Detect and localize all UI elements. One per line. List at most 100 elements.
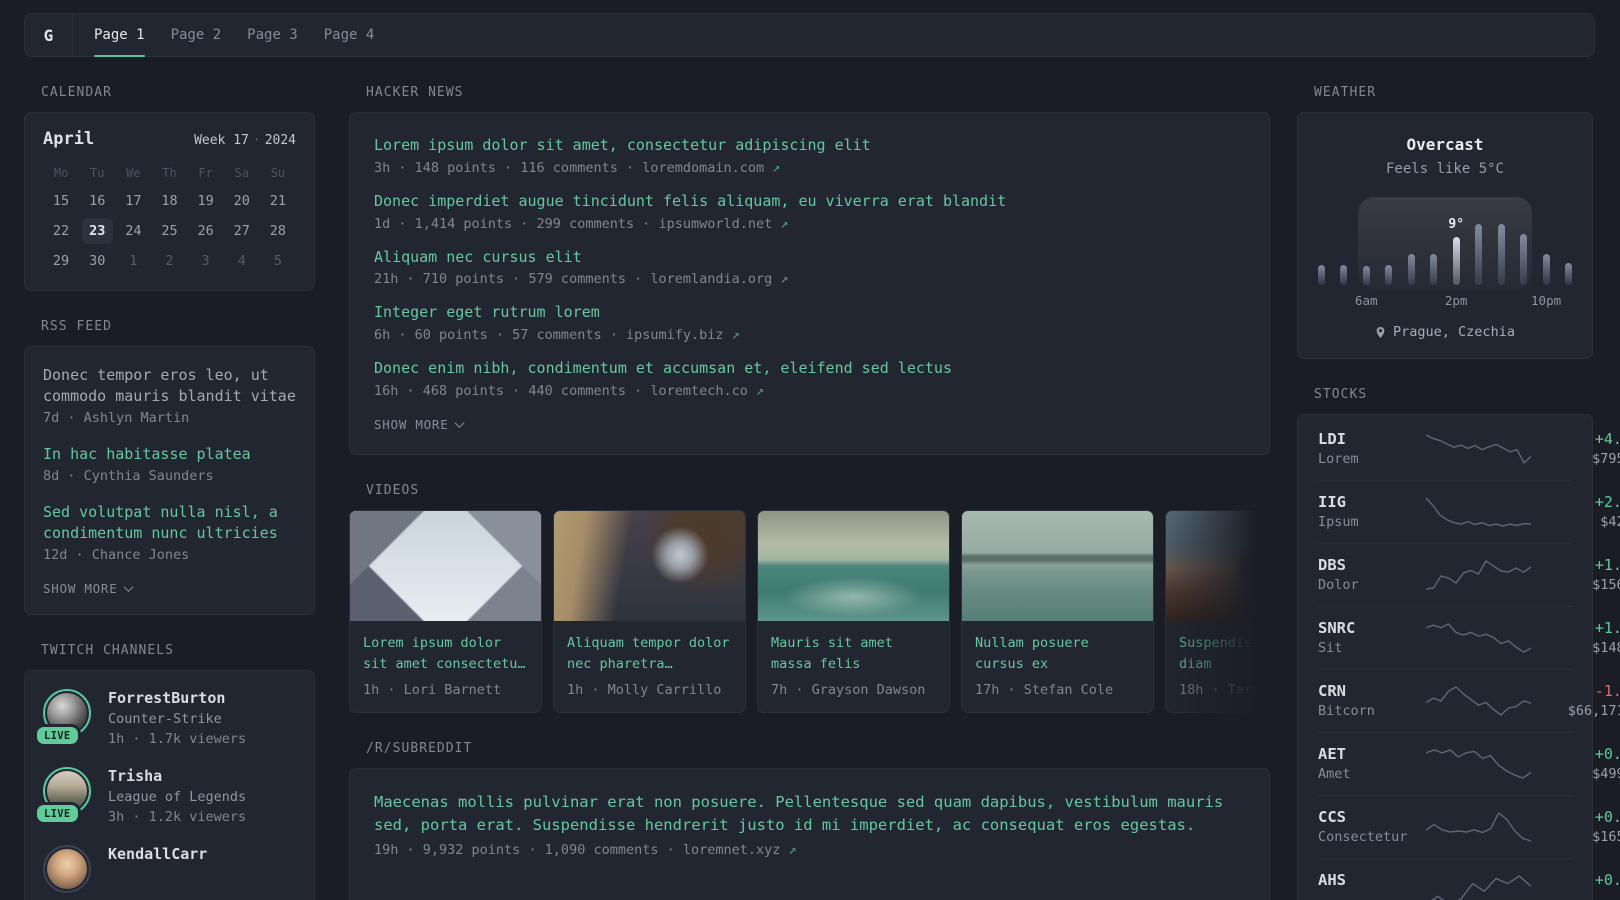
twitch-list: LIVE ForrestBurton Counter-Strike 1h · 1…	[37, 689, 296, 900]
stock-ticker: IIG	[1318, 493, 1346, 511]
avatar: LIVE	[37, 767, 91, 822]
rss-widget: Donec tempor eros leo, ut commodo mauris…	[24, 346, 315, 615]
stock-row[interactable]: CRN Bitcorn -1.00% $66,171.48	[1318, 669, 1620, 732]
video-thumbnail[interactable]	[1166, 510, 1270, 621]
rss-item-title[interactable]: Donec tempor eros leo, ut commodo mauris…	[43, 365, 296, 407]
calendar-month: April	[43, 129, 95, 149]
video-card[interactable]: Nullam posuere cursus ex 17h · Stefan Co…	[961, 509, 1154, 713]
stock-change: +0.51%	[1594, 808, 1620, 826]
stock-sparkline	[1426, 812, 1531, 842]
calendar-day: 25	[161, 223, 178, 239]
stock-change: +0.92%	[1594, 745, 1620, 763]
stock-row[interactable]: CCS Consectetur +0.51% $165.84	[1318, 795, 1620, 858]
twitch-channel-name[interactable]: KendallCarr	[108, 845, 207, 863]
hn-item-meta: 16h · 468 points · 440 comments · loremt…	[374, 382, 765, 399]
stock-name: Amet	[1318, 766, 1351, 782]
weather-time-label: 2pm	[1444, 293, 1468, 308]
video-thumbnail[interactable]	[350, 510, 541, 621]
chevron-down-icon	[455, 417, 465, 428]
twitch-channel-meta: 1h · 1.7k viewers	[108, 731, 247, 747]
location-pin-icon	[1376, 326, 1385, 338]
weather-time-labels: 6am 2pm 10pm	[1318, 293, 1572, 309]
stock-sparkline	[1430, 875, 1531, 900]
stock-change: +0.46%	[1594, 871, 1620, 889]
stock-ticker: SNRC	[1318, 619, 1356, 637]
twitch-channel-row[interactable]: LIVE Trisha League of Legends 3h · 1.2k …	[37, 767, 296, 826]
hn-item-title[interactable]: Integer eget rutrum lorem	[374, 302, 1245, 324]
hn-item-meta: 6h · 60 points · 57 comments · ipsumify.…	[374, 327, 740, 343]
hn-item-title[interactable]: Lorem ipsum dolor sit amet, consectetur …	[374, 135, 1245, 157]
left-column: CALENDAR April Week 17 · 2024 Mo Tu We Th Fr Sa…	[24, 57, 315, 900]
weather-hour-bar	[1407, 254, 1415, 285]
avatar: LIVE	[37, 689, 91, 744]
twitch-channel-name[interactable]: ForrestBurton	[108, 689, 246, 707]
nav-tab-2[interactable]: Page 2	[158, 14, 235, 56]
stock-sparkline	[1426, 497, 1531, 527]
calendar-day: 28	[269, 223, 287, 239]
live-badge: LIVE	[37, 805, 78, 822]
hn-show-more-button[interactable]: SHOW MORE	[374, 417, 465, 432]
calendar-day: 16	[89, 193, 106, 209]
stock-name: Lorem	[1318, 450, 1359, 467]
video-title[interactable]: Suspendisse eget diam	[1179, 633, 1270, 675]
weather-hour-bar	[1385, 265, 1393, 285]
external-link-icon: ↗	[756, 382, 765, 399]
hn-item-title[interactable]: Donec enim nibh, condimentum et accumsan…	[374, 358, 1245, 380]
nav-tab-3[interactable]: Page 3	[234, 14, 311, 56]
subreddit-post-title[interactable]: Maecenas mollis pulvinar erat non posuer…	[374, 791, 1245, 838]
twitch-channel-name[interactable]: Trisha	[108, 767, 246, 785]
stock-row[interactable]: SNRC Sit +1.36% $148.64	[1318, 606, 1620, 669]
current-temp-label: 9°	[1448, 217, 1465, 232]
stock-row[interactable]: IIG Ipsum +2.84% $42.04	[1318, 480, 1620, 543]
twitch-channel-row[interactable]: KendallCarr	[43, 845, 296, 900]
rss-show-more-label: SHOW MORE	[43, 581, 118, 596]
weather-hour-bar	[1542, 254, 1550, 285]
stock-change: +1.42%	[1594, 556, 1620, 574]
hn-item: Donec imperdiet augue tincidunt felis al…	[374, 191, 1245, 232]
video-thumbnail[interactable]	[554, 510, 745, 621]
stock-row[interactable]: AET Amet +0.92% $499.72	[1318, 732, 1620, 795]
video-thumbnail[interactable]	[758, 510, 949, 621]
weekday-label: Su	[270, 166, 286, 180]
hn-item-title[interactable]: Aliquam nec cursus elit	[374, 247, 1245, 269]
hn-item-meta: 3h · 148 points · 116 comments · loremdo…	[374, 159, 781, 176]
stock-row[interactable]: AHS +0.46%	[1318, 858, 1620, 900]
video-card[interactable]: Lorem ipsum dolor sit amet consectetu… 1…	[349, 509, 542, 713]
stock-change: +1.36%	[1594, 619, 1620, 637]
video-card[interactable]: Suspendisse eget diam 18h · Tara	[1165, 509, 1270, 713]
videos-carousel: Lorem ipsum dolor sit amet consectetu… 1…	[349, 509, 1270, 713]
video-title[interactable]: Lorem ipsum dolor sit amet consectetu…	[363, 633, 528, 675]
stock-sparkline	[1426, 623, 1531, 653]
nav-tab-4[interactable]: Page 4	[311, 14, 388, 56]
video-thumbnail[interactable]	[962, 510, 1153, 621]
weather-hourly-chart: 9°	[1318, 197, 1572, 289]
weather-hour-bar	[1430, 254, 1438, 285]
hn-item-title[interactable]: Donec imperdiet augue tincidunt felis al…	[374, 191, 1245, 213]
twitch-section-label: TWITCH CHANNELS	[41, 643, 174, 658]
rss-item-meta: 7d · Ashlyn Martin	[43, 410, 190, 426]
weather-hour-bar: 9°	[1448, 217, 1464, 285]
rss-item-title[interactable]: Sed volutpat nulla nisl, a condimentum n…	[43, 502, 296, 544]
external-link-icon: ↗	[788, 842, 797, 859]
rss-show-more-button[interactable]: SHOW MORE	[43, 581, 134, 596]
stock-row[interactable]: DBS Dolor +1.42% $156.28	[1318, 543, 1620, 606]
weather-hour-bar	[1340, 265, 1348, 285]
stock-row[interactable]: LDI Lorem +4.35% $795.18	[1318, 417, 1620, 480]
calendar-day: 20	[233, 193, 250, 209]
video-card[interactable]: Mauris sit amet massa felis 7h · Grayson…	[757, 509, 950, 713]
twitch-channel-row[interactable]: LIVE ForrestBurton Counter-Strike 1h · 1…	[37, 689, 296, 748]
stock-name: Ipsum	[1318, 514, 1359, 530]
calendar-day: 17	[125, 193, 142, 209]
twitch-channel-category: Counter-Strike	[108, 711, 222, 727]
stock-price: $66,171.48	[1567, 703, 1620, 719]
video-title[interactable]: Mauris sit amet massa felis	[771, 633, 936, 675]
weather-widget: Overcast Feels like 5°C 9° 6am 2pm 10pm Pr…	[1297, 112, 1593, 359]
rss-item-meta: 12d · Chance Jones	[43, 547, 190, 563]
top-nav: G Page 1 Page 2 Page 3 Page 4	[24, 13, 1595, 57]
video-title[interactable]: Aliquam tempor dolor nec pharetra…	[567, 633, 732, 675]
rss-item-title[interactable]: In hac habitasse platea	[43, 444, 296, 465]
nav-tab-1[interactable]: Page 1	[81, 14, 158, 57]
calendar-year: 2024	[264, 133, 296, 148]
video-title[interactable]: Nullam posuere cursus ex	[975, 633, 1140, 675]
video-card[interactable]: Aliquam tempor dolor nec pharetra… 1h · …	[553, 509, 746, 713]
